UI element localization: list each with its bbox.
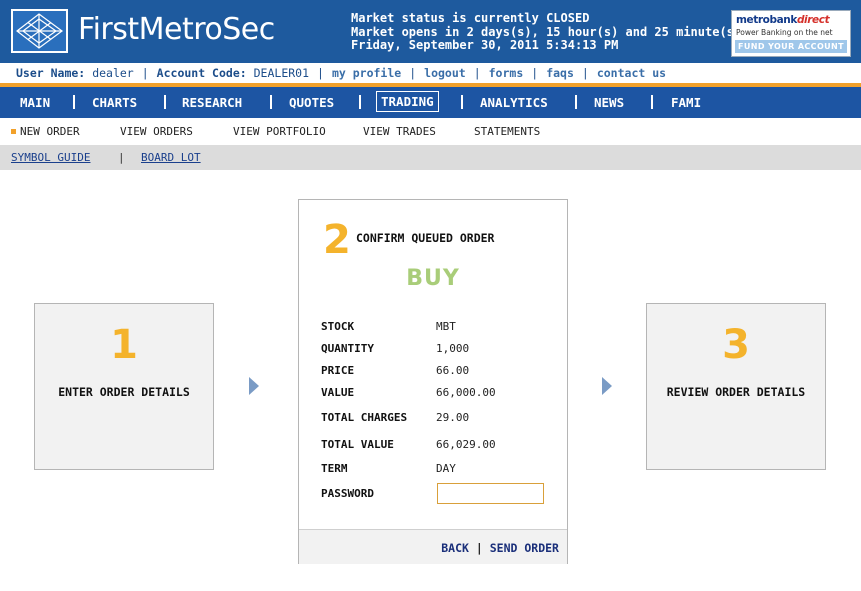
field-value: 29.00 <box>436 411 470 424</box>
nav-fami[interactable]: FAMI <box>671 87 701 118</box>
field-label: PRICE <box>321 364 355 377</box>
separator: | <box>581 66 589 80</box>
subnav-view-portfolio[interactable]: VIEW PORTFOLIO <box>233 118 326 145</box>
bank-ad-banner[interactable]: metrobankdirect Power Banking on the net… <box>731 10 851 57</box>
subnav-new-order[interactable]: NEW ORDER <box>20 118 80 145</box>
main-nav: MAIN CHARTS RESEARCH QUOTES TRADING ANAL… <box>0 87 861 118</box>
account-code-label: Account Code: <box>156 66 247 80</box>
nav-separator <box>359 95 361 109</box>
board-lot-link[interactable]: BOARD LOT <box>141 145 201 170</box>
active-bullet-icon <box>11 129 16 134</box>
subnav-view-orders[interactable]: VIEW ORDERS <box>120 118 193 145</box>
separator: | <box>409 66 417 80</box>
separator: | <box>473 66 481 80</box>
nav-separator <box>270 95 272 109</box>
field-label: QUANTITY <box>321 342 374 355</box>
faqs-link[interactable]: faqs <box>546 66 574 80</box>
ad-title-b: direct <box>796 14 830 26</box>
nav-charts[interactable]: CHARTS <box>92 87 137 118</box>
market-status-line: Friday, September 30, 2011 5:34:13 PM <box>351 38 619 52</box>
separator: | <box>475 541 483 555</box>
nav-main[interactable]: MAIN <box>20 87 50 118</box>
separator: | <box>141 66 149 80</box>
send-order-button[interactable]: SEND ORDER <box>490 541 559 555</box>
nav-quotes[interactable]: QUOTES <box>289 87 334 118</box>
nav-separator <box>575 95 577 109</box>
field-value: 66,029.00 <box>436 438 496 451</box>
subnav-statements[interactable]: STATEMENTS <box>474 118 540 145</box>
field-value: MBT <box>436 320 456 333</box>
fund-account-button[interactable]: FUND YOUR ACCOUNT <box>735 40 847 53</box>
field-label: TERM <box>321 462 348 475</box>
sub-nav: NEW ORDER VIEW ORDERS VIEW PORTFOLIO VIE… <box>0 118 861 145</box>
nav-trading[interactable]: TRADING <box>376 91 439 112</box>
forms-link[interactable]: forms <box>489 66 524 80</box>
user-bar: User Name: dealer | Account Code: DEALER01… <box>0 63 861 83</box>
nav-news[interactable]: NEWS <box>594 87 624 118</box>
field-label: TOTAL VALUE <box>321 438 394 451</box>
ad-title: metrobankdirect <box>736 14 830 26</box>
step-1-panel: 1 ENTER ORDER DETAILS <box>34 303 214 470</box>
user-name-label: User Name: <box>16 66 86 80</box>
ad-subtitle: Power Banking on the net <box>736 28 833 37</box>
field-value: 66.00 <box>436 364 470 377</box>
back-button[interactable]: BACK <box>441 541 469 555</box>
field-label: STOCK <box>321 320 355 333</box>
symbol-guide-link[interactable]: SYMBOL GUIDE <box>11 145 90 170</box>
password-label: PASSWORD <box>321 487 374 500</box>
nav-separator <box>651 95 653 109</box>
field-value: 66,000.00 <box>436 386 496 399</box>
my-profile-link[interactable]: my profile <box>332 66 401 80</box>
separator: | <box>118 151 125 164</box>
step-3-number: 3 <box>722 322 750 368</box>
separator: | <box>317 66 324 80</box>
field-value: 1,000 <box>436 342 470 355</box>
nav-separator <box>461 95 463 109</box>
market-status-line: Market status is currently CLOSED <box>351 11 590 25</box>
confirm-footer: BACK | SEND ORDER <box>299 529 567 564</box>
account-code-value: DEALER01 <box>253 66 310 80</box>
step-3-label: REVIEW ORDER DETAILS <box>666 385 806 399</box>
field-label: VALUE <box>321 386 355 399</box>
confirm-order-panel: 2 CONFIRM QUEUED ORDER BUY STOCK MBT QUA… <box>298 199 568 564</box>
contact-us-link[interactable]: contact us <box>597 66 666 80</box>
logo-icon[interactable] <box>11 9 68 53</box>
nav-separator <box>164 95 166 109</box>
brand-title: FirstMetroSec <box>78 12 275 47</box>
nav-separator <box>73 95 75 109</box>
subnav-view-trades[interactable]: VIEW TRADES <box>363 118 436 145</box>
step-2-number: 2 <box>323 217 351 263</box>
step-2-label: CONFIRM QUEUED ORDER <box>356 231 495 245</box>
arrow-right-icon <box>602 377 612 395</box>
separator: | <box>531 66 539 80</box>
ad-title-a: metrobank <box>736 14 797 26</box>
nav-research[interactable]: RESEARCH <box>182 87 242 118</box>
arrow-right-icon <box>249 377 259 395</box>
step-3-panel: 3 REVIEW ORDER DETAILS <box>646 303 826 470</box>
nav-analytics[interactable]: ANALYTICS <box>480 87 548 118</box>
field-label: TOTAL CHARGES <box>321 411 408 424</box>
password-field[interactable] <box>437 483 544 504</box>
user-name-value: dealer <box>92 66 134 80</box>
link-bar: SYMBOL GUIDE | BOARD LOT <box>0 145 861 170</box>
market-status-line: Market opens in 2 days(s), 15 hour(s) an… <box>351 24 742 39</box>
step-1-label: ENTER ORDER DETAILS <box>58 385 190 399</box>
step-1-number: 1 <box>110 322 138 368</box>
order-side: BUY <box>406 266 460 291</box>
header: FirstMetroSec Market status is currently… <box>0 0 861 63</box>
confirm-actions: BACK | SEND ORDER <box>441 541 559 555</box>
logout-link[interactable]: logout <box>424 66 466 80</box>
field-value: DAY <box>436 462 456 475</box>
market-status: Market status is currently CLOSED Market… <box>351 11 742 53</box>
